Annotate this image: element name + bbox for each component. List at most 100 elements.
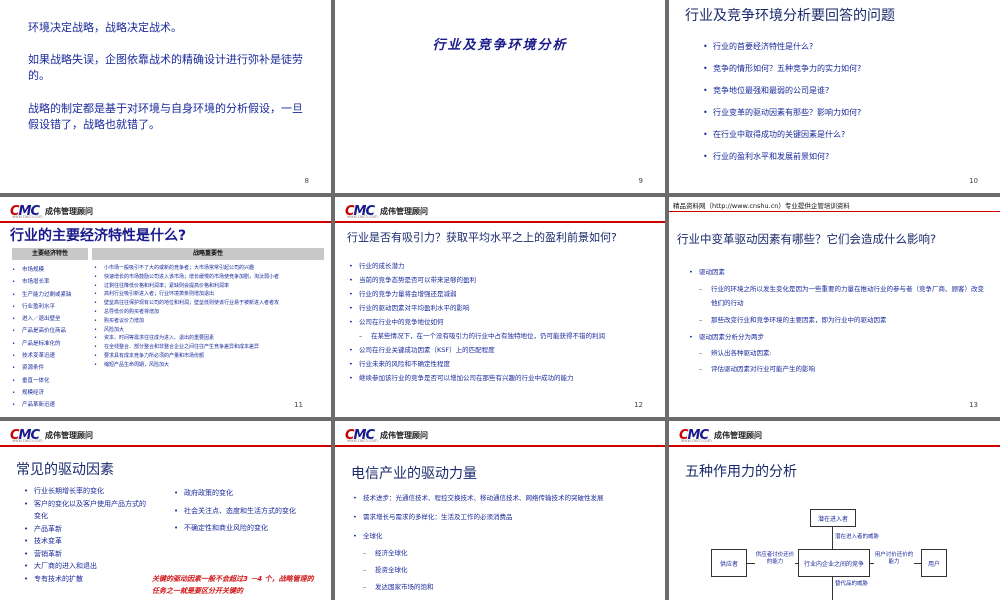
- slide-9[interactable]: 行业及竞争环境分析 9: [335, 0, 665, 193]
- list-item: 行业未来的风险和不确定性程度: [347, 357, 657, 371]
- list-item: 市场增长率: [10, 276, 90, 289]
- list-item: 驱动因素分析分为两步: [687, 330, 987, 344]
- logo-url: www.cwcn.com: [681, 438, 712, 443]
- s8-line-3: 战略的制定都是基于对环境与自身环境的分析假设，一旦假设错了，战略也就错了。: [28, 102, 303, 131]
- list-item: 行业的驱动因素对平均盈利水平的影响: [347, 301, 657, 315]
- list-item: 不确定性和商业风险的变化: [172, 520, 302, 538]
- buyer-power-label: 用户讨价还价的能力: [874, 552, 914, 565]
- connector: [832, 577, 833, 600]
- list-item: 在行业中取得成功的关键因素是什么?: [701, 124, 991, 146]
- slide-16[interactable]: CMC 成伟管理顾问 www.cwcn.com 五种作用力的分析 潜在进入者 潜…: [669, 421, 1000, 600]
- page-number: 9: [638, 177, 643, 185]
- list-item: 投资全球化: [351, 563, 651, 577]
- s15-title: 电信产业的驱动力量: [351, 466, 477, 482]
- buyer-box: 用户: [921, 549, 947, 577]
- s14-note: 关键的驱动因素一般不会超过3 －4 个，战略管理的任务之一就是要区分开关键的: [152, 575, 314, 595]
- list-item: 生产能力过剩或紧缺: [10, 289, 90, 302]
- list-item: 大厂商的进入和退出: [22, 560, 147, 573]
- list-item: 产品革新迅速: [10, 399, 90, 412]
- page-number: 11: [294, 401, 303, 409]
- header-divider: [669, 445, 1000, 447]
- logo-name: 成伟管理顾问: [380, 206, 429, 216]
- page-number: 8: [304, 177, 309, 185]
- list-item: 驱动因素: [687, 265, 987, 279]
- list-item: 需求增长与需求的多样化：生活及工作的必须消费品: [351, 510, 651, 524]
- list-item: 行业的成长潜力: [347, 259, 657, 273]
- list-item: 缩短产品生命周期，风险加大: [92, 361, 324, 370]
- list-item: 政府政策的变化: [172, 485, 302, 503]
- logo-name: 成伟管理顾问: [380, 430, 429, 440]
- slide-11[interactable]: CMC 成伟管理顾问 www.cwcn.com 行业的主要经济特性是什么? 主要…: [0, 197, 331, 417]
- page-number: 10: [969, 177, 978, 185]
- page-number: 12: [634, 401, 643, 409]
- list-item: 行业盈利水平: [10, 301, 90, 314]
- slide-10[interactable]: 行业及竞争环境分析要回答的问题 行业的首要经济特性是什么? 竞争的情形如何？五种…: [669, 0, 1000, 193]
- substitute-threat-label: 替代品的威胁: [835, 581, 869, 587]
- list-item: 过剩往往降低价格和利润率；紧缺则会提高价格和利润率: [92, 282, 324, 291]
- slide-14[interactable]: CMC 成伟管理顾问 www.cwcn.com 常见的驱动因素 行业长期增长率的…: [0, 421, 331, 600]
- header-divider: [0, 221, 331, 223]
- slide-12[interactable]: CMC 成伟管理顾问 www.cwcn.com 行业是否有吸引力？获取平均水平之…: [335, 197, 665, 417]
- logo-url: www.cwcn.com: [347, 438, 378, 443]
- slide-13[interactable]: 精品资料网（http://www.cnshu.cn）专业提供企管培训资料 行业中…: [669, 197, 1000, 417]
- list-item: 产品是标准化的: [10, 338, 90, 351]
- list-item: 行业长期增长率的变化: [22, 485, 147, 498]
- s13-list: 驱动因素 行业的环境之所以发生变化是因为一些重要的力量在推动行业的参与者（竞争厂…: [687, 265, 987, 376]
- list-item: 资本、时间等需求往往成为进入、退出的重要因素: [92, 334, 324, 343]
- s10-title: 行业及竞争环境分析要回答的问题: [685, 8, 895, 24]
- slide-15[interactable]: CMC 成伟管理顾问 www.cwcn.com 电信产业的驱动力量 技术进步：光…: [335, 421, 665, 600]
- header-divider: [335, 445, 665, 447]
- s14-left-list: 行业长期增长率的变化 客户的变化以及客户使用产品方式的变化 产品革新 技术变革 …: [22, 485, 147, 585]
- list-item: 行业的环境之所以发生变化是因为一些重要的力量在推动行业的参与者（竞争厂商、顾客）…: [687, 282, 987, 310]
- list-item: 技术进步：光通信技术、程控交换技术、移动通信技术、网络传输技术的突破性发展: [351, 491, 651, 505]
- logo-name: 成伟管理顾问: [45, 206, 94, 216]
- s11-right-list: 小市场一般吸引不了大的或新的竞争者；大市场常常引起公司的兴趣 快速增长的市场鼓励…: [92, 264, 324, 370]
- s11-col1-header: 主要经济特性: [12, 248, 88, 260]
- s11-title: 行业的主要经济特性是什么?: [10, 228, 187, 244]
- new-entrant-box: 潜在进入者: [810, 509, 856, 527]
- logo-name: 成伟管理顾问: [714, 430, 763, 440]
- supplier-power-label: 供应者讨价还价的能力: [755, 552, 795, 565]
- connector: [747, 563, 755, 564]
- list-item: 竞争的情形如何？五种竞争力的实力如何?: [701, 58, 991, 80]
- list-item: 社会关注点、态度和生活方式的变化: [172, 503, 302, 521]
- list-item: 在全线整合、部分整合和非整合企业之间往往产生竞争差异和成本差异: [92, 343, 324, 352]
- list-item: 行业的盈利水平和发展前景如何?: [701, 146, 991, 168]
- list-item: 辨认出各种驱动因素:: [687, 346, 987, 360]
- s14-right-list: 政府政策的变化 社会关注点、态度和生活方式的变化 不确定性和商业风险的变化: [172, 485, 302, 538]
- list-item: 产品革新: [22, 523, 147, 536]
- s8-line-1: 环境决定战略，战略决定战术。: [28, 21, 182, 34]
- list-item: 产品是高价位商品: [10, 325, 90, 338]
- connector: [832, 527, 833, 549]
- s16-title: 五种作用力的分析: [685, 464, 797, 480]
- list-item: 技术变革: [22, 535, 147, 548]
- list-item: 行业的竞争力量将会增强还是减弱: [347, 287, 657, 301]
- header-divider: [0, 445, 331, 447]
- list-item: 继续参加该行业的竞争是否可以增加公司在那些有兴趣的行业中成功的能力: [347, 371, 657, 385]
- list-item: 经济全球化: [351, 546, 651, 560]
- list-item: 公司在行业中的竞争地位如何: [347, 315, 657, 329]
- s14-title: 常见的驱动因素: [16, 462, 114, 478]
- page-number: 13: [969, 401, 978, 409]
- rivalry-box: 行业内企业之间的竞争: [798, 549, 870, 577]
- list-item: 垂直一体化: [10, 375, 90, 388]
- s8-line-2: 如果战略失误，企图依靠战术的精确设计进行弥补是徒劳的。: [28, 53, 303, 82]
- list-item: 客户的变化以及客户使用产品方式的变化: [22, 498, 147, 523]
- list-item: 小市场一般吸引不了大的或新的竞争者；大市场常常引起公司的兴趣: [92, 264, 324, 273]
- list-item: 竞争地位最强和最弱的公司是谁?: [701, 80, 991, 102]
- header-divider: [335, 221, 665, 223]
- slide-8[interactable]: 环境决定战略，战略决定战术。 如果战略失误，企图依靠战术的精确设计进行弥补是徒劳…: [0, 0, 331, 193]
- header-divider: [669, 211, 1000, 212]
- logo-name: 成伟管理顾问: [45, 430, 94, 440]
- list-item: 专有技术的扩散: [22, 573, 147, 586]
- s10-list: 行业的首要经济特性是什么? 竞争的情形如何？五种竞争力的实力如何? 竞争地位最强…: [701, 36, 991, 168]
- supplier-box: 供应者: [711, 549, 747, 577]
- list-item: 进入／退出壁垒: [10, 313, 90, 326]
- list-item: 行业的首要经济特性是什么?: [701, 36, 991, 58]
- list-item: 技术变革迅速: [10, 350, 90, 363]
- list-item: 要求具有成本竞争力所必须的产量和市场份额: [92, 352, 324, 361]
- list-item: 行业变革的驱动因素有那些？影响力如何?: [701, 102, 991, 124]
- list-item: 公司在行业关键成功因素（KSF）上的匹配程度: [347, 343, 657, 357]
- list-item: 规模经济: [10, 387, 90, 400]
- list-item: 总导低价的购买者将增加: [92, 308, 324, 317]
